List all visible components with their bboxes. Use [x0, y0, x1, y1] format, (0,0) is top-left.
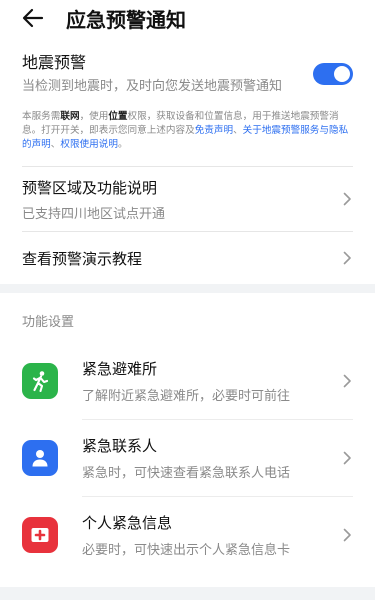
- chevron-right-icon: [343, 528, 353, 542]
- feature-title: 紧急联系人: [82, 437, 158, 455]
- feature-title: 紧急避难所: [82, 360, 158, 378]
- notice-text: 。: [117, 139, 128, 150]
- earthquake-alert-title: 地震预警: [22, 53, 87, 72]
- warning-region-title: 预警区域及功能说明: [22, 178, 158, 197]
- arrow-left-icon: [22, 8, 44, 28]
- feature-shelter[interactable]: 紧急避难所 了解附近紧急避难所，必要时可前往: [22, 343, 353, 419]
- notice-bold-network: 联网: [60, 111, 80, 122]
- contact-person-icon: [32, 450, 48, 467]
- section-gap: [0, 284, 375, 293]
- chevron-right-icon: [343, 192, 353, 206]
- feature-subtitle: 必要时，可快速出示个人紧急信息卡: [82, 543, 291, 558]
- permission-note-link[interactable]: 权限使用说明: [60, 139, 118, 150]
- feature-icon-badge: [22, 440, 58, 476]
- chevron-right-icon: [343, 374, 353, 388]
- app-header: 应急预警通知: [0, 0, 375, 36]
- demo-tutorial-title: 查看预警演示教程: [22, 249, 143, 268]
- medical-cross-icon: [31, 528, 49, 542]
- feature-subtitle: 了解附近紧急避难所，必要时可前往: [82, 389, 291, 404]
- top-card: 应急预警通知 地震预警 当检测到地震时，及时向您发送地震预警通知 本服务需联网，…: [0, 0, 375, 284]
- chevron-right-icon: [343, 451, 353, 465]
- earthquake-alert-row: 地震预警 当检测到地震时，及时向您发送地震预警通知: [22, 36, 353, 96]
- demo-tutorial-row[interactable]: 查看预警演示教程: [22, 232, 353, 284]
- notice-text: ，使用: [79, 111, 109, 122]
- feature-icon-badge: [22, 517, 58, 553]
- feature-emergency-contact[interactable]: 紧急联系人 紧急时，可快速查看紧急联系人电话: [22, 420, 353, 496]
- page-title: 应急预警通知: [66, 7, 186, 32]
- chevron-right-icon: [343, 251, 353, 265]
- feature-personal-emergency-info[interactable]: 个人紧急信息 必要时，可快速出示个人紧急信息卡: [22, 497, 353, 573]
- notice-text: 本服务需: [22, 111, 61, 122]
- warning-region-subtitle: 已支持四川地区试点开通: [22, 206, 166, 222]
- settings-card: 功能设置 紧急避难所 了解附近紧急避难所，必要时可前往 紧急联系人 紧急时，可快…: [0, 293, 375, 587]
- earthquake-alert-toggle[interactable]: [313, 63, 353, 85]
- warning-region-row[interactable]: 预警区域及功能说明 已支持四川地区试点开通: [22, 167, 353, 231]
- feature-title: 个人紧急信息: [82, 514, 173, 532]
- back-button[interactable]: [22, 5, 48, 31]
- earthquake-alert-description: 当检测到地震时，及时向您发送地震预警通知: [22, 79, 283, 94]
- feature-subtitle: 紧急时，可快速查看紧急联系人电话: [82, 466, 291, 481]
- notice-bold-location: 位置: [108, 111, 128, 122]
- running-person-icon: [32, 371, 49, 392]
- disclaimer-link[interactable]: 免责声明: [195, 125, 233, 136]
- toggle-knob: [334, 66, 350, 82]
- notice-text: 、: [233, 125, 243, 136]
- service-notice: 本服务需联网，使用位置权限，获取设备和位置信息，用于推送地震预警消息。打开开关，…: [22, 96, 353, 166]
- section-title: 功能设置: [22, 314, 75, 330]
- feature-icon-badge: [22, 363, 58, 399]
- notice-text: 、: [50, 139, 61, 150]
